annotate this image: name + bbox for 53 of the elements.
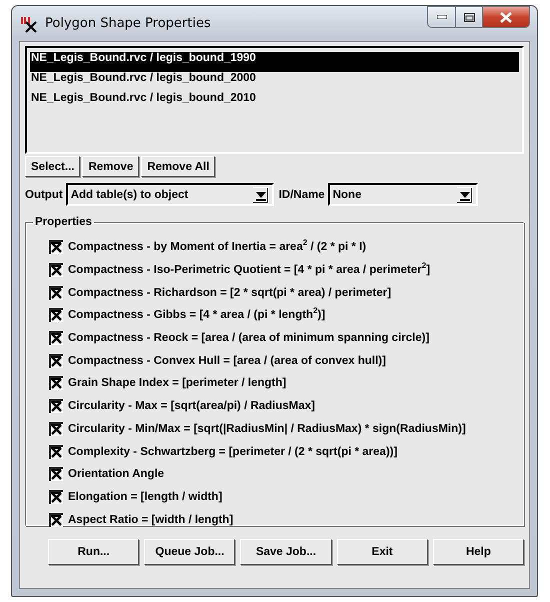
list-item[interactable]: NE_Legis_Bound.rvc / legis_bound_1990 <box>30 52 519 72</box>
list-item[interactable]: NE_Legis_Bound.rvc / legis_bound_2010 <box>30 92 519 112</box>
checkbox[interactable] <box>49 331 63 346</box>
checkbox[interactable] <box>49 467 63 482</box>
checkbox[interactable] <box>49 376 63 390</box>
property-label: Orientation Angle <box>68 468 164 480</box>
property-label: Compactness - Reock = [area / (area of minimum spanning circle)] <box>68 332 430 344</box>
close-button[interactable] <box>483 6 530 28</box>
id-name-dropdown[interactable]: None <box>328 183 478 206</box>
property-label: Circularity - Min/Max = [sqrt(|RadiusMin| / RadiusMax) * sign(RadiusMin)] <box>68 422 466 435</box>
checkbox[interactable] <box>49 286 63 300</box>
property-label: Compactness - Iso-Perimetric Quotient = [4 * pi * area / perimeter$^{2}$] <box>68 264 430 276</box>
property-label: Aspect Ratio = [width / length] <box>68 514 234 526</box>
field-label: Output <box>25 188 63 200</box>
window-title: Polygon Shape Properties <box>45 16 211 31</box>
checkbox[interactable] <box>49 422 63 436</box>
dropdown-arrow-icon <box>252 186 269 202</box>
property-label: Compactness - Gibbs = [4 * area / (pi * length$^{2}$)] <box>68 309 326 322</box>
property-label: Elongation = [length / width] <box>68 490 222 503</box>
dialog-button[interactable]: Run... <box>48 539 140 565</box>
checkbox[interactable] <box>49 399 63 414</box>
list-action-button[interactable]: Remove All <box>141 156 216 177</box>
list-action-button[interactable]: Remove <box>82 156 140 177</box>
checkbox[interactable] <box>49 354 63 368</box>
checkbox[interactable] <box>49 308 63 322</box>
property-label: Complexity - Schwartzberg = [perimeter / (2 * sqrt(pi * area))] <box>68 446 398 458</box>
app-icon <box>19 14 39 32</box>
dropdown-arrow-icon <box>456 186 473 202</box>
list-action-button[interactable]: Select... <box>25 156 80 177</box>
dialog-button[interactable]: Help <box>432 539 524 565</box>
group-title: Properties <box>34 216 93 228</box>
checkbox[interactable] <box>49 263 63 278</box>
close-icon <box>500 12 512 22</box>
property-label: Compactness - by Moment of Inertia = area$^{2}$ / (2 * pi * I) <box>68 241 366 254</box>
checkbox[interactable] <box>49 512 63 527</box>
maximize-icon <box>464 12 474 22</box>
checkbox[interactable] <box>49 240 63 254</box>
layer-list[interactable]: NE_Legis_Bound.rvc / legis_bound_1990 NE_Legis_Bound.rvc / legis_bound_2000 NE_Legis_Bound.rvc / legis_bound_2010 <box>25 46 524 154</box>
property-label: Compactness - Convex Hull = [area / (area of convex hull)] <box>68 354 386 367</box>
checkbox[interactable] <box>49 490 63 504</box>
output-dropdown[interactable]: Add table(s) to object <box>66 183 274 206</box>
checkbox[interactable] <box>49 444 63 459</box>
dialog-button[interactable]: Exit <box>336 539 428 565</box>
property-label: Compactness - Richardson = [2 * sqrt(pi * area) / perimeter] <box>68 286 392 299</box>
dialog-button[interactable]: Queue Job... <box>144 539 236 565</box>
dialog-button[interactable]: Save Job... <box>240 539 332 565</box>
minimize-icon <box>436 15 446 19</box>
minimize-button[interactable] <box>427 6 456 28</box>
property-label: Circularity - Max = [sqrt(area/pi) / RadiusMax] <box>68 400 315 412</box>
property-label: Grain Shape Index = [perimeter / length] <box>68 377 286 390</box>
list-item[interactable]: NE_Legis_Bound.rvc / legis_bound_2000 <box>30 72 519 92</box>
maximize-button[interactable] <box>456 6 483 28</box>
field-label: ID/Name <box>278 188 325 200</box>
